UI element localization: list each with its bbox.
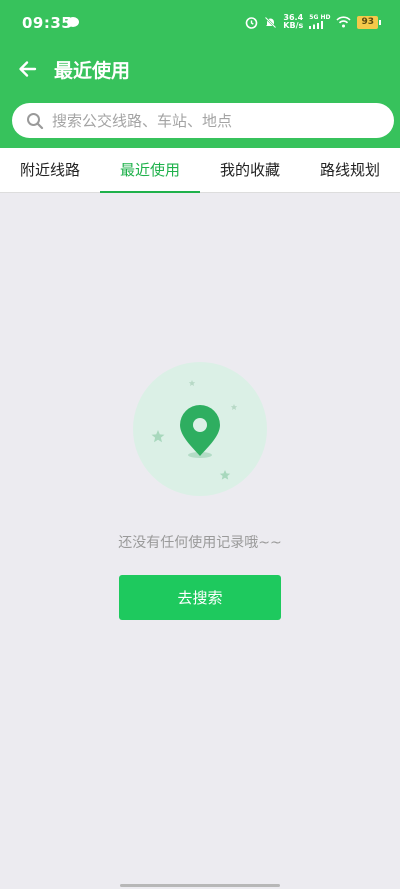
chat-bubble-icon bbox=[67, 17, 79, 28]
search-input[interactable] bbox=[50, 110, 374, 131]
back-arrow-icon[interactable] bbox=[14, 55, 42, 83]
empty-state-message: 还没有任何使用记录哦~~ bbox=[118, 535, 282, 551]
page-title: 最近使用 bbox=[54, 60, 131, 82]
home-indicator[interactable] bbox=[120, 884, 280, 887]
tab-route-planning[interactable]: 路线规划 bbox=[300, 148, 400, 192]
battery-icon: 93 bbox=[357, 15, 381, 29]
tab-nearby-lines[interactable]: 附近线路 bbox=[0, 148, 100, 192]
go-search-button[interactable]: 去搜索 bbox=[119, 575, 281, 620]
search-icon bbox=[27, 112, 44, 129]
tab-bar: 附近线路 最近使用 我的收藏 路线规划 bbox=[0, 148, 400, 193]
search-box[interactable] bbox=[12, 103, 394, 138]
signal-indicator: 5G HD bbox=[309, 15, 330, 29]
wifi-icon bbox=[336, 16, 352, 28]
tab-recent-used[interactable]: 最近使用 bbox=[100, 148, 200, 193]
signal-icon bbox=[309, 21, 324, 29]
alarm-icon bbox=[245, 16, 258, 29]
app-bar: 最近使用 bbox=[0, 46, 400, 92]
tab-favorites[interactable]: 我的收藏 bbox=[200, 148, 300, 192]
mute-bell-icon bbox=[265, 16, 277, 28]
status-icons: 36.4 KB/s 5G HD 93 bbox=[245, 13, 381, 30]
pin-hole bbox=[193, 418, 207, 432]
search-bar bbox=[0, 92, 400, 148]
status-bar: 09:35 36.4 KB/s 5G HD 93 bbox=[0, 0, 400, 46]
empty-state-illustration bbox=[133, 362, 267, 496]
net-speed: 36.4 KB/s bbox=[283, 13, 304, 30]
status-time: 09:35 bbox=[22, 14, 73, 32]
